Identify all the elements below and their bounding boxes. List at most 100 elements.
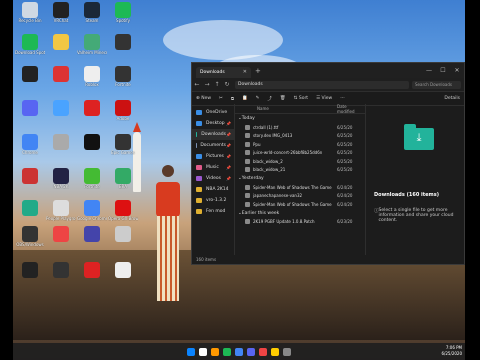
taskbar-app-icon[interactable] bbox=[211, 347, 219, 356]
desktop-icon[interactable] bbox=[46, 262, 76, 296]
close-window-icon[interactable]: ✕ bbox=[450, 67, 464, 74]
more-icon[interactable]: ⋯ bbox=[336, 96, 349, 101]
rename-icon[interactable]: ✎ bbox=[252, 96, 264, 101]
desktop-icon-label: OBS/Windows bbox=[16, 242, 44, 247]
desktop-icon[interactable] bbox=[77, 134, 107, 168]
nav-item[interactable]: Music 📌 bbox=[192, 162, 234, 173]
desktop-icon[interactable] bbox=[46, 34, 76, 68]
taskbar-app-icon[interactable] bbox=[199, 347, 207, 356]
nav-item[interactable]: vro-1.3.2 bbox=[192, 195, 234, 206]
cut-icon[interactable]: ✂ bbox=[215, 96, 227, 101]
view-button[interactable]: ☰ View bbox=[312, 96, 336, 101]
desktop-icon[interactable]: Fortnite bbox=[108, 66, 138, 100]
forward-icon[interactable]: → bbox=[202, 81, 212, 88]
column-date[interactable]: Date modified bbox=[337, 104, 365, 114]
up-icon[interactable]: ↑ bbox=[212, 81, 222, 88]
sort-button[interactable]: ⇅ Sort bbox=[290, 96, 312, 101]
clock[interactable]: 7:06 PM 6/25/2020 bbox=[441, 345, 462, 357]
desktop-icon-label: Roblox bbox=[85, 82, 99, 87]
desktop-icon[interactable]: Recycle Bin bbox=[15, 2, 45, 36]
desktop-icon[interactable] bbox=[77, 226, 107, 260]
file-row[interactable]: 2K19 PGBF Update 1.0.8.Patch 6/23/20 bbox=[235, 218, 365, 227]
paste-icon[interactable]: 📋 bbox=[238, 96, 252, 101]
desktop-icon[interactable]: OBS/Windows bbox=[15, 226, 45, 260]
folder-icon bbox=[196, 154, 202, 159]
file-row[interactable]: black_widow_2 6/25/20 bbox=[235, 157, 365, 166]
desktop-icon[interactable]: Steam bbox=[77, 2, 107, 36]
desktop-icon[interactable]: Epic Games bbox=[108, 134, 138, 168]
desktop-icon[interactable] bbox=[15, 100, 45, 134]
minimize-icon[interactable]: — bbox=[422, 67, 436, 74]
taskbar-app-icon[interactable] bbox=[259, 347, 267, 356]
desktop-icon[interactable]: Fortnite bbox=[77, 168, 107, 202]
item-count: 160 items bbox=[196, 257, 217, 262]
file-row[interactable]: japanechapanese-van32 6/24/20 bbox=[235, 192, 365, 201]
back-icon[interactable]: ← bbox=[192, 81, 202, 88]
maximize-icon[interactable]: ☐ bbox=[436, 67, 450, 74]
desktop-icon[interactable]: NBA 2K bbox=[46, 168, 76, 202]
desktop-icon[interactable] bbox=[15, 262, 45, 296]
file-row[interactable]: ctrdall (1).ttf 6/25/20 bbox=[235, 123, 365, 132]
nav-item-label: Videos bbox=[206, 176, 221, 181]
taskbar-app-icon[interactable] bbox=[283, 347, 291, 356]
nav-item[interactable]: Videos 📌 bbox=[192, 173, 234, 184]
desktop-icon[interactable]: Spotify bbox=[108, 2, 138, 36]
desktop-icon[interactable]: Roblox bbox=[77, 66, 107, 100]
desktop-icon[interactable] bbox=[46, 226, 76, 260]
file-row[interactable]: Ppu 6/25/20 bbox=[235, 140, 365, 149]
desktop-icon[interactable]: VRChat bbox=[46, 2, 76, 36]
file-row[interactable]: Spider-Man Web of Shadows The Game 6/24/2… bbox=[235, 183, 365, 192]
desktop-icon[interactable] bbox=[77, 262, 107, 296]
taskbar-app-icon[interactable] bbox=[223, 347, 231, 356]
new-button[interactable]: ⊕ New bbox=[192, 96, 215, 101]
app-icon bbox=[53, 226, 69, 242]
delete-icon[interactable]: 🗑 bbox=[276, 96, 290, 101]
details-button[interactable]: Details bbox=[440, 96, 464, 101]
group-header[interactable]: ⌄ Yesterday bbox=[235, 174, 365, 183]
desktop-icon[interactable] bbox=[108, 34, 138, 68]
search-placeholder: Search Downloads bbox=[415, 82, 452, 87]
desktop-icon[interactable] bbox=[15, 66, 45, 100]
nav-item[interactable]: OneDrive bbox=[192, 107, 234, 118]
desktop-icon[interactable]: ERA bbox=[108, 168, 138, 202]
taskbar-app-icon[interactable] bbox=[187, 347, 195, 356]
desktop-icon[interactable] bbox=[46, 134, 76, 168]
details-title: Downloads (160 items) bbox=[374, 192, 440, 198]
file-row[interactable]: story.dex IMG_0413 6/25/20 bbox=[235, 132, 365, 141]
taskbar-app-icon[interactable] bbox=[235, 347, 243, 356]
share-icon[interactable]: ⤴ bbox=[263, 96, 276, 102]
file-row[interactable]: juice-wrld-concert-26bbf8b25dd6n 6/25/20 bbox=[235, 149, 365, 158]
nav-item[interactable]: Documents 📌 bbox=[192, 140, 234, 151]
desktop-icon[interactable]: Download Spotify bbox=[15, 34, 45, 68]
desktop-icon[interactable] bbox=[46, 100, 76, 134]
taskbar-app-icon[interactable] bbox=[247, 347, 255, 356]
desktop-icon[interactable]: Adobe bbox=[108, 100, 138, 134]
app-icon bbox=[84, 262, 100, 278]
desktop-icon[interactable]: Valheim Minecraft bbox=[77, 34, 107, 68]
desktop-icon[interactable] bbox=[46, 66, 76, 100]
desktop-icon[interactable] bbox=[108, 226, 138, 260]
group-header[interactable]: ⌄ Earlier this week bbox=[235, 209, 365, 218]
desktop-icon[interactable]: Chrome bbox=[15, 134, 45, 168]
nav-item[interactable]: NBA 2K14 bbox=[192, 184, 234, 195]
desktop-icon[interactable] bbox=[77, 100, 107, 134]
file-row[interactable]: Spider-Man Web of Shadows The Game 6/24/2… bbox=[235, 200, 365, 209]
desktop-icon[interactable] bbox=[15, 168, 45, 202]
desktop-icon[interactable] bbox=[108, 262, 138, 296]
address-bar[interactable]: Downloads bbox=[235, 80, 409, 89]
nav-item[interactable]: Desktop 📌 bbox=[192, 118, 234, 129]
search-input[interactable]: Search Downloads bbox=[412, 80, 461, 89]
column-name[interactable]: Name bbox=[235, 106, 337, 111]
nav-item[interactable]: Downloads 📌 bbox=[192, 129, 234, 140]
refresh-icon[interactable]: ↻ bbox=[222, 81, 232, 88]
group-label: Yesterday bbox=[241, 176, 264, 181]
taskbar-app-icon[interactable] bbox=[271, 347, 279, 356]
new-tab-icon[interactable]: + bbox=[255, 67, 261, 75]
copy-icon[interactable]: ⧉ bbox=[227, 96, 238, 102]
nav-item[interactable]: Fen mod bbox=[192, 206, 234, 217]
close-tab-icon[interactable]: ✕ bbox=[243, 69, 247, 75]
file-row[interactable]: black_widow_21 6/25/20 bbox=[235, 166, 365, 175]
tab-downloads[interactable]: Downloads ✕ bbox=[196, 66, 251, 78]
nav-item[interactable]: Pictures 📌 bbox=[192, 151, 234, 162]
group-header[interactable]: ⌄ Today bbox=[235, 114, 365, 123]
